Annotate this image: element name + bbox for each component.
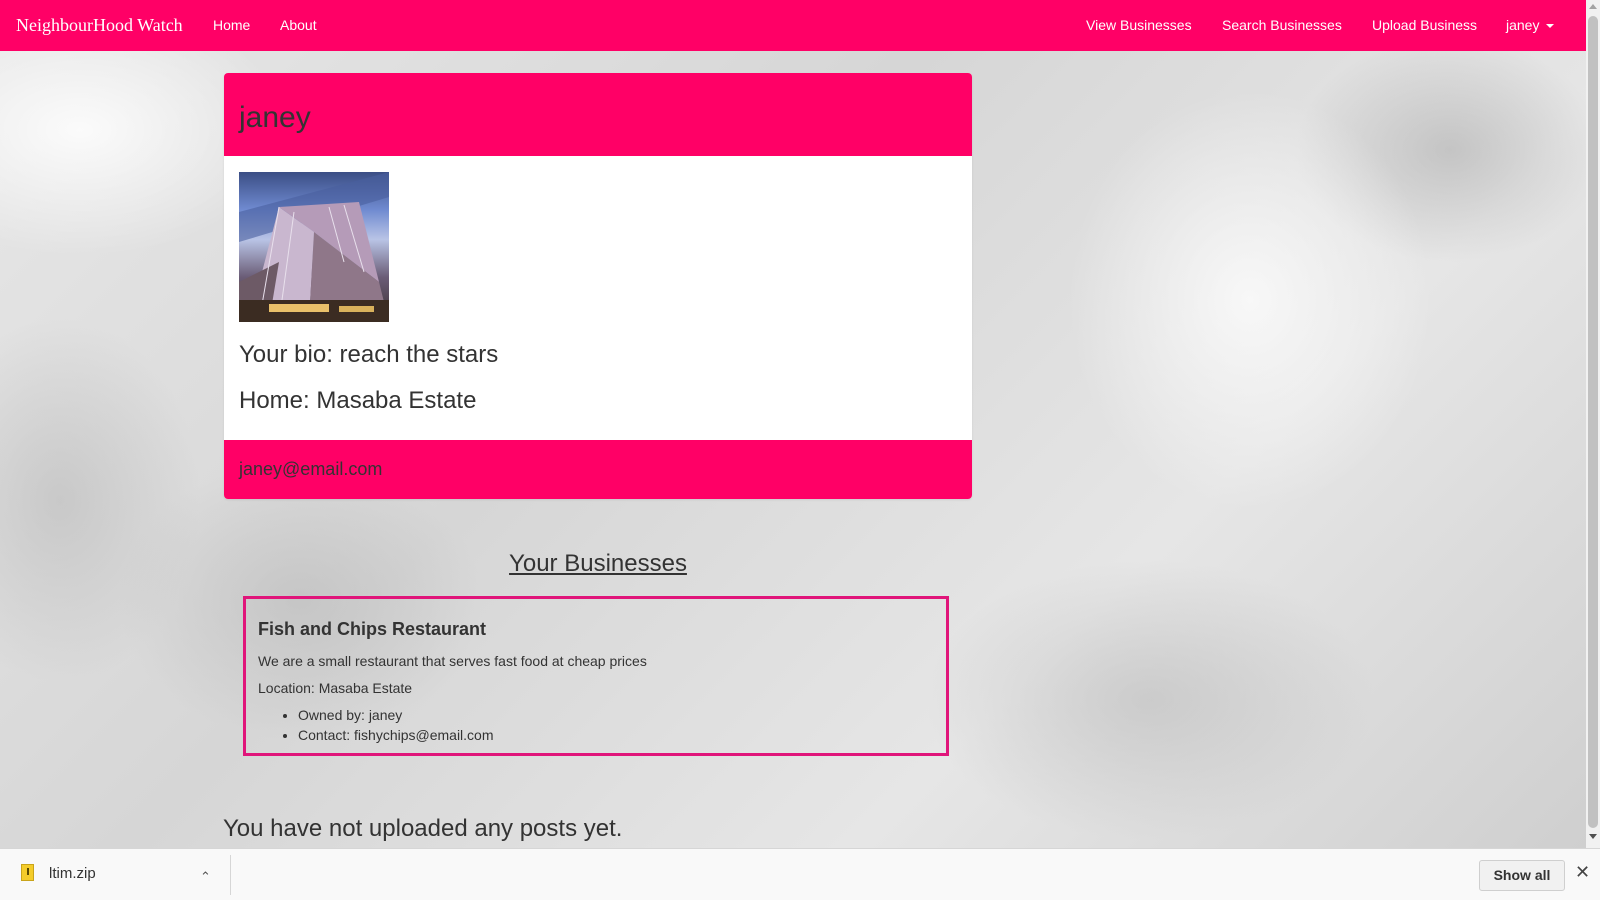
top-navbar: NeighbourHood Watch Home About View Busi… (0, 0, 1586, 51)
user-dropdown-label: janey (1506, 17, 1540, 33)
business-card: Fish and Chips Restaurant We are a small… (243, 596, 949, 756)
profile-panel-footer: janey@email.com (224, 440, 972, 499)
zip-file-icon (21, 864, 34, 881)
user-dropdown[interactable]: janey (1506, 17, 1555, 33)
scroll-down-arrow-icon[interactable] (1589, 834, 1597, 839)
business-name: Fish and Chips Restaurant (258, 619, 487, 639)
caret-down-icon (1546, 24, 1555, 29)
nav-upload-business-link[interactable]: Upload Business (1372, 17, 1477, 33)
nav-home-link[interactable]: Home (213, 17, 250, 33)
download-file-name[interactable]: ltim.zip (49, 865, 96, 882)
profile-bio: Your bio: reach the stars (239, 341, 499, 368)
business-location: Location: Masaba Estate (258, 680, 413, 696)
profile-username: janey (239, 101, 311, 134)
nav-search-businesses-link[interactable]: Search Businesses (1222, 17, 1342, 33)
scroll-up-arrow-icon[interactable] (1589, 4, 1597, 9)
scrollbar-thumb[interactable] (1588, 16, 1598, 828)
profile-panel-heading: janey (224, 73, 972, 156)
download-bar: ltim.zip ⌃ Show all ✕ (0, 848, 1600, 900)
no-posts-message: You have not uploaded any posts yet. (223, 815, 623, 842)
download-divider (230, 855, 231, 895)
chevron-up-icon[interactable]: ⌃ (200, 869, 211, 885)
profile-picture (239, 172, 389, 322)
nav-view-businesses-link[interactable]: View Businesses (1086, 17, 1192, 33)
business-owner: Owned by: janey (298, 705, 494, 725)
profile-email: janey@email.com (239, 459, 383, 479)
brand-link[interactable]: NeighbourHood Watch (16, 15, 183, 36)
profile-panel: janey Your bio: reach the stars Home: Ma… (224, 73, 972, 499)
nav-about-link[interactable]: About (280, 17, 317, 33)
profile-home: Home: Masaba Estate (239, 387, 477, 414)
page-scrollbar[interactable] (1586, 0, 1600, 848)
close-icon[interactable]: ✕ (1575, 862, 1590, 883)
business-description: We are a small restaurant that serves fa… (258, 653, 647, 669)
businesses-section-title: Your Businesses (509, 550, 687, 577)
business-details-list: Owned by: janey Contact: fishychips@emai… (258, 705, 494, 745)
show-all-button[interactable]: Show all (1479, 860, 1565, 891)
business-contact: Contact: fishychips@email.com (298, 725, 494, 745)
